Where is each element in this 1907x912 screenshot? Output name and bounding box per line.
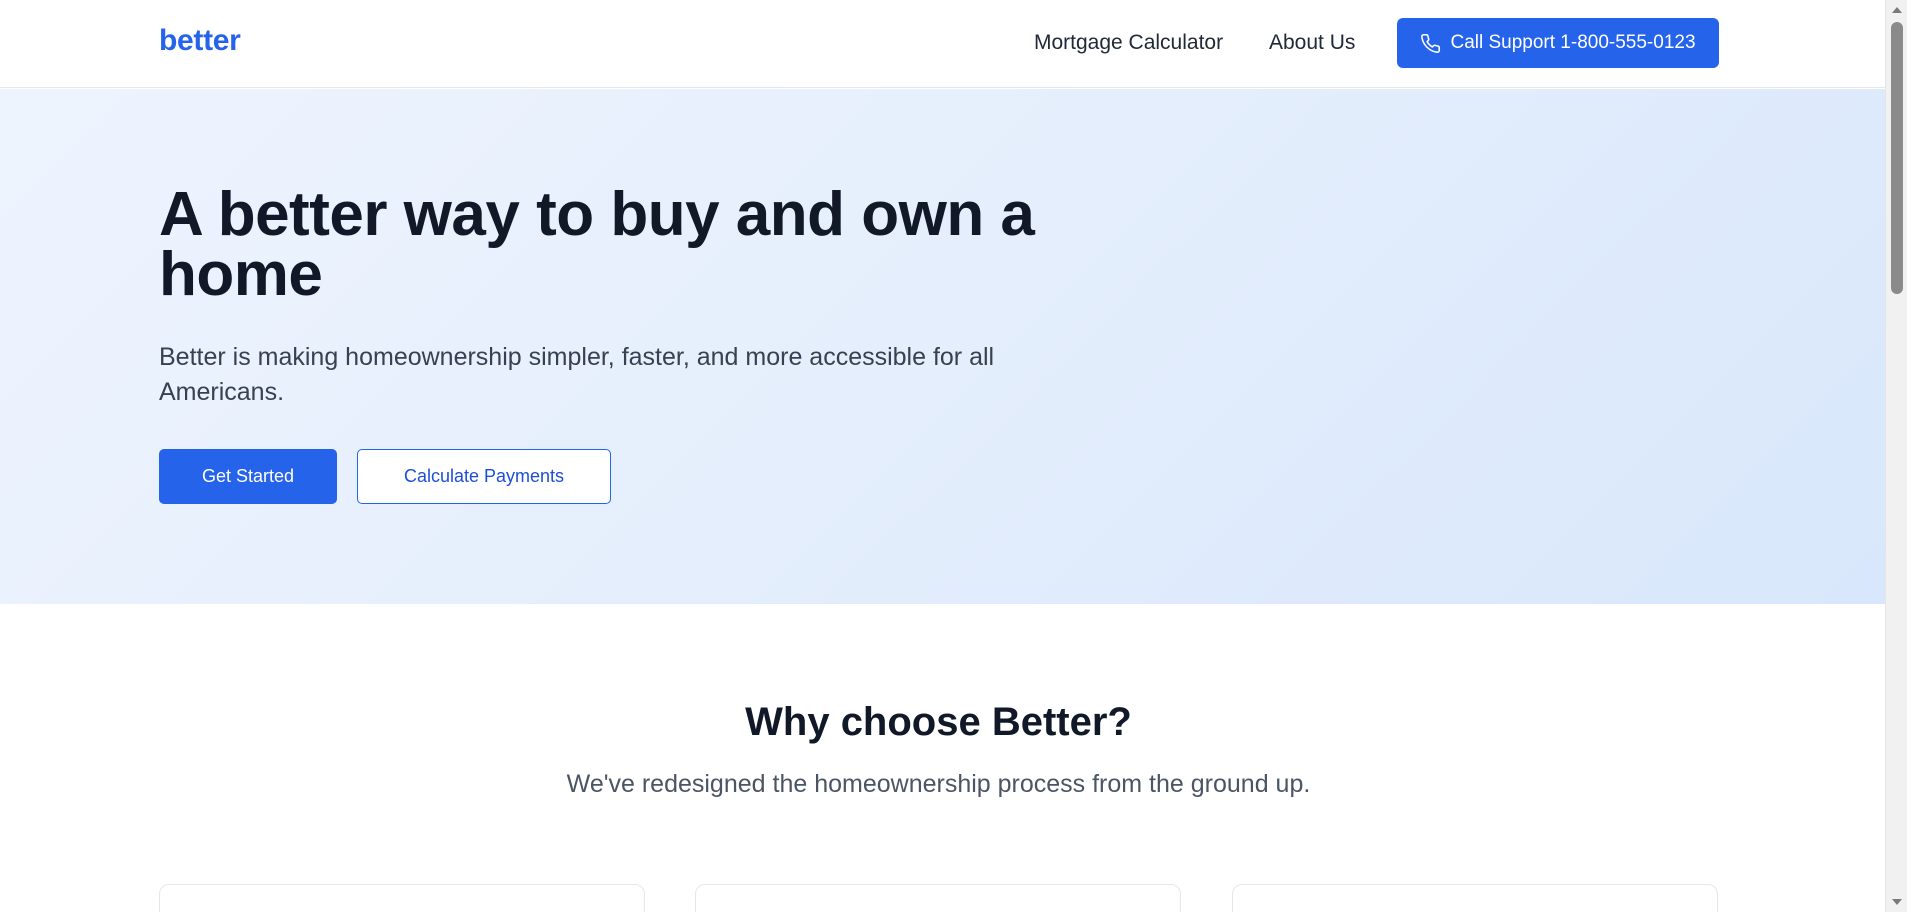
call-support-label: Call Support 1-800-555-0123 [1450, 32, 1696, 53]
main-content: better Mortgage Calculator About Us Call… [0, 0, 1885, 912]
scroll-up-arrow-icon[interactable] [1886, 2, 1907, 18]
feature-card [159, 884, 645, 912]
phone-icon [1420, 33, 1441, 54]
hero-section: A better way to buy and own a home Bette… [0, 89, 1885, 604]
site-header: better Mortgage Calculator About Us Call… [0, 0, 1885, 88]
hero-title: A better way to buy and own a home [159, 180, 1035, 309]
nav-mortgage-calculator[interactable]: Mortgage Calculator [1034, 31, 1223, 55]
scrollbar-thumb[interactable] [1891, 22, 1903, 294]
nav-about-us[interactable]: About Us [1269, 31, 1355, 55]
feature-card [1232, 884, 1718, 912]
get-started-button[interactable]: Get Started [159, 449, 337, 504]
scroll-down-arrow-icon[interactable] [1886, 894, 1907, 910]
call-support-button[interactable]: Call Support 1-800-555-0123 [1397, 18, 1719, 68]
calculate-payments-button[interactable]: Calculate Payments [357, 449, 611, 504]
features-subtitle: We've redesigned the homeownership proce… [566, 770, 1311, 798]
better-logo[interactable]: better [159, 24, 241, 58]
vertical-scrollbar[interactable] [1885, 0, 1907, 912]
hero-subtitle: Better is making homeownership simpler, … [159, 343, 995, 406]
feature-card [695, 884, 1181, 912]
page: better Mortgage Calculator About Us Call… [0, 0, 1907, 912]
features-title: Why choose Better? [745, 700, 1132, 744]
